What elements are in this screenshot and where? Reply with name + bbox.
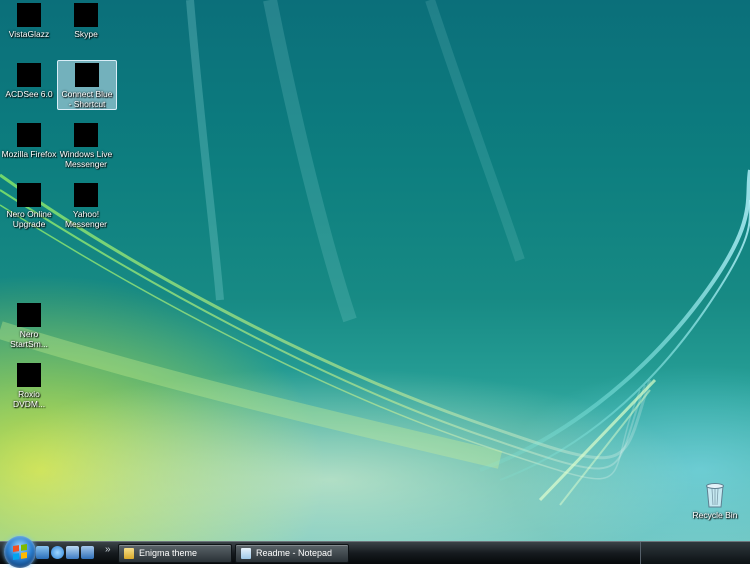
desktop-icon-acdsee[interactable]: ACDSee 6.0 bbox=[0, 61, 58, 99]
taskbar-button-enigma-theme[interactable]: Enigma theme bbox=[118, 544, 232, 563]
acdsee-icon bbox=[17, 63, 41, 87]
desktop-icon-label: ACDSee 6.0 bbox=[5, 89, 53, 99]
vistaglazz-icon bbox=[17, 3, 41, 27]
desktop-icon-skype[interactable]: Skype bbox=[57, 1, 115, 39]
internet-explorer-icon[interactable] bbox=[51, 546, 64, 559]
connect-blue-icon bbox=[75, 63, 99, 87]
desktop-icon-label: Roxio DVDM... bbox=[12, 389, 46, 409]
desktop-icon-yahoo-messenger[interactable]: Yahoo! Messenger bbox=[57, 181, 115, 229]
desktop-icon-connect-blue[interactable]: Connect Blue - Shortcut bbox=[57, 60, 117, 110]
notepad-icon bbox=[241, 548, 251, 559]
desktop-icon-roxio-dvdm[interactable]: Roxio DVDM... bbox=[0, 361, 58, 409]
nero-icon bbox=[17, 183, 41, 207]
switch-windows-icon[interactable] bbox=[66, 546, 79, 559]
start-button[interactable] bbox=[4, 536, 36, 568]
notification-area[interactable] bbox=[640, 542, 750, 564]
desktop-icon-label: Yahoo! Messenger bbox=[64, 209, 108, 229]
yahoo-messenger-icon bbox=[74, 183, 98, 207]
desktop-icon-label: Windows Live Messenger bbox=[59, 149, 113, 169]
roxio-icon bbox=[17, 363, 41, 387]
taskbar: » Enigma theme Readme - Notepad bbox=[0, 536, 750, 568]
messenger-icon bbox=[74, 123, 98, 147]
desktop-icon-label: Mozilla Firefox bbox=[1, 149, 57, 159]
desktop-icon-label: Skype bbox=[74, 29, 98, 39]
taskbar-button-readme-notepad[interactable]: Readme - Notepad bbox=[235, 544, 349, 563]
desktop-icon-label: Recycle Bin bbox=[692, 510, 738, 520]
desktop-icon-label: Nero Online Upgrade bbox=[6, 209, 52, 229]
desktop-icon-label: Connect Blue - Shortcut bbox=[61, 89, 113, 109]
desktop-icon-windows-live-messenger[interactable]: Windows Live Messenger bbox=[57, 121, 115, 169]
desktop-icon-label: Nero StartSm... bbox=[10, 329, 48, 349]
firefox-icon bbox=[17, 123, 41, 147]
desktop-icon-mozilla-firefox[interactable]: Mozilla Firefox bbox=[0, 121, 58, 159]
folder-icon bbox=[124, 548, 134, 559]
desktop-icon-nero-online-upgrade[interactable]: Nero Online Upgrade bbox=[0, 181, 58, 229]
desktop-icon-vistaglazz[interactable]: VistaGlazz bbox=[0, 1, 58, 39]
desktop-icon-recycle-bin[interactable]: Recycle Bin bbox=[688, 480, 742, 520]
taskbar-button-label: Enigma theme bbox=[139, 548, 198, 558]
taskbar-button-label: Readme - Notepad bbox=[256, 548, 333, 558]
desktop-icon-nero-startsmart[interactable]: Nero StartSm... bbox=[0, 301, 58, 349]
recycle-bin-icon bbox=[706, 483, 724, 508]
show-desktop-icon[interactable] bbox=[36, 546, 49, 559]
skype-icon bbox=[74, 3, 98, 27]
windows-logo-icon bbox=[13, 544, 27, 560]
quick-launch-more-button[interactable]: » bbox=[105, 544, 111, 555]
desktop-icon-label: VistaGlazz bbox=[8, 29, 50, 39]
nero-startsmart-icon bbox=[17, 303, 41, 327]
media-player-icon[interactable] bbox=[81, 546, 94, 559]
